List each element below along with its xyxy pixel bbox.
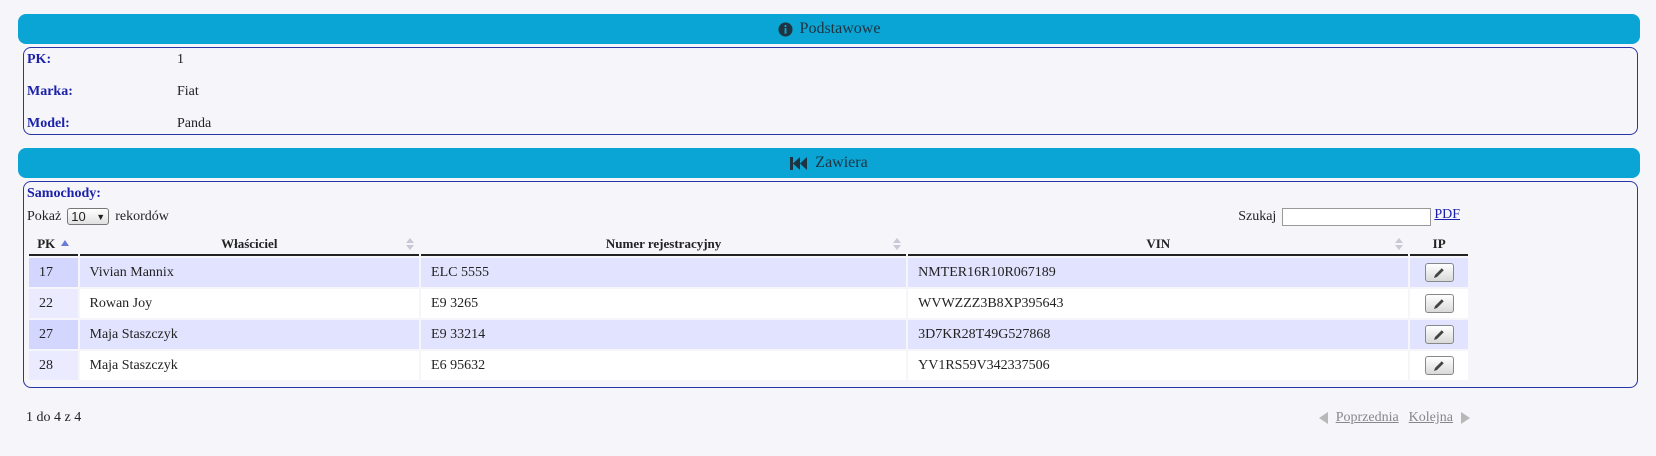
edit-button[interactable] bbox=[1424, 263, 1454, 282]
pencil-icon bbox=[1434, 267, 1445, 278]
owner-cell: Rowan Joy bbox=[79, 289, 420, 318]
cars-table: PK Właściciel Numer rejestracyjny VIN IP bbox=[27, 232, 1470, 382]
pencil-icon bbox=[1434, 298, 1445, 309]
pk-cell: 17 bbox=[29, 258, 78, 287]
basic-section-title: Podstawowe bbox=[799, 20, 881, 37]
model-value: Panda bbox=[177, 116, 212, 131]
pdf-link[interactable]: PDF bbox=[1434, 207, 1460, 223]
vin-cell: WVWZZZ3B8XP395643 bbox=[908, 289, 1409, 318]
ip-cell bbox=[1410, 258, 1468, 287]
records-per-page-select[interactable]: 10 ▼ bbox=[67, 208, 110, 225]
search-control: Szukaj PDF bbox=[1238, 207, 1460, 226]
next-page-link[interactable]: Kolejna bbox=[1409, 410, 1453, 426]
contains-section-header[interactable]: Zawiera bbox=[18, 148, 1640, 178]
previous-page-link[interactable]: Poprzednia bbox=[1336, 410, 1399, 426]
column-header-vin[interactable]: VIN bbox=[908, 234, 1409, 256]
owner-cell: Vivian Mannix bbox=[79, 258, 420, 287]
pk-value: 1 bbox=[177, 52, 184, 67]
pk-cell: 22 bbox=[29, 289, 78, 318]
cars-subtitle: Samochody: bbox=[27, 186, 101, 201]
info-circle-icon bbox=[778, 21, 793, 37]
table-row[interactable]: 27 Maja Staszczyk E9 33214 3D7KR28T49G52… bbox=[29, 320, 1468, 349]
show-suffix-label: rekordów bbox=[115, 208, 169, 224]
records-per-page-value: 10 bbox=[71, 209, 86, 224]
pk-label: PK: bbox=[27, 52, 52, 67]
next-arrow-icon[interactable] bbox=[1461, 412, 1470, 424]
table-info: 1 do 4 z 4 bbox=[26, 410, 82, 425]
contains-section-title: Zawiera bbox=[815, 154, 868, 171]
pencil-icon bbox=[1434, 329, 1445, 340]
pk-cell: 28 bbox=[29, 351, 78, 380]
table-row[interactable]: 28 Maja Staszczyk E6 95632 YV1RS59V34233… bbox=[29, 351, 1468, 380]
marka-value: Fiat bbox=[177, 84, 199, 99]
column-header-ip: IP bbox=[1410, 234, 1468, 256]
registration-cell: ELC 5555 bbox=[421, 258, 907, 287]
pencil-icon bbox=[1434, 360, 1445, 371]
vin-cell: YV1RS59V342337506 bbox=[908, 351, 1409, 380]
marka-label: Marka: bbox=[27, 84, 73, 99]
registration-cell: E9 3265 bbox=[421, 289, 907, 318]
column-header-owner[interactable]: Właściciel bbox=[79, 234, 420, 256]
model-label: Model: bbox=[27, 116, 70, 131]
column-header-pk[interactable]: PK bbox=[29, 234, 78, 256]
search-label: Szukaj bbox=[1238, 209, 1277, 224]
ip-cell bbox=[1410, 351, 1468, 380]
basic-section-header[interactable]: Podstawowe bbox=[18, 14, 1640, 44]
registration-cell: E6 95632 bbox=[421, 351, 907, 380]
sort-both-icon bbox=[1395, 237, 1404, 251]
vin-cell: NMTER16R10R067189 bbox=[908, 258, 1409, 287]
contains-box: Samochody: Pokaż 10 ▼ rekordów Szukaj PD… bbox=[23, 181, 1638, 388]
registration-cell: E9 33214 bbox=[421, 320, 907, 349]
fast-backward-icon bbox=[790, 156, 808, 170]
records-length-control: Pokaż 10 ▼ rekordów bbox=[27, 208, 169, 225]
basic-details-box: PK: 1 Marka: Fiat Model: Panda bbox=[23, 47, 1638, 135]
sort-both-icon bbox=[406, 237, 415, 251]
dropdown-arrow-icon: ▼ bbox=[96, 211, 106, 222]
sort-ascending-icon bbox=[61, 240, 70, 246]
edit-button[interactable] bbox=[1424, 325, 1454, 344]
search-input[interactable] bbox=[1282, 208, 1432, 226]
column-header-registration[interactable]: Numer rejestracyjny bbox=[421, 234, 907, 256]
table-row[interactable]: 22 Rowan Joy E9 3265 WVWZZZ3B8XP395643 bbox=[29, 289, 1468, 318]
sort-both-icon bbox=[893, 237, 902, 251]
table-header-row: PK Właściciel Numer rejestracyjny VIN IP bbox=[29, 234, 1468, 256]
owner-cell: Maja Staszczyk bbox=[79, 351, 420, 380]
show-prefix-label: Pokaż bbox=[27, 208, 62, 224]
edit-button[interactable] bbox=[1424, 294, 1454, 313]
vin-cell: 3D7KR28T49G527868 bbox=[908, 320, 1409, 349]
ip-cell bbox=[1410, 289, 1468, 318]
pk-cell: 27 bbox=[29, 320, 78, 349]
previous-arrow-icon[interactable] bbox=[1318, 412, 1328, 424]
table-row[interactable]: 17 Vivian Mannix ELC 5555 NMTER16R10R067… bbox=[29, 258, 1468, 287]
ip-cell bbox=[1410, 320, 1468, 349]
edit-button[interactable] bbox=[1424, 356, 1454, 375]
pagination: Poprzednia Kolejna bbox=[1318, 410, 1470, 426]
owner-cell: Maja Staszczyk bbox=[79, 320, 420, 349]
